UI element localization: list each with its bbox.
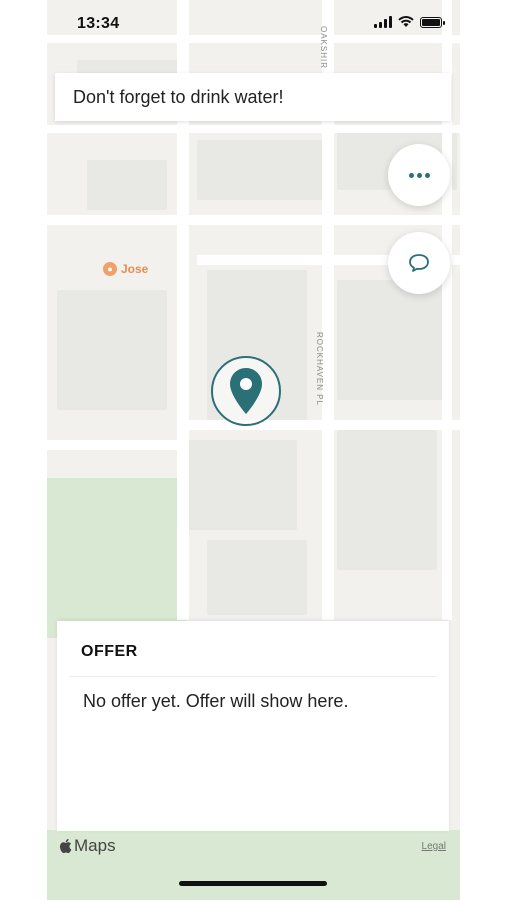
offer-message: No offer yet. Offer will show here. — [83, 691, 349, 711]
current-location-marker[interactable] — [211, 356, 281, 426]
map-block — [337, 280, 447, 400]
map-road — [47, 35, 460, 43]
map-block — [187, 440, 297, 530]
restaurant-icon: ● — [103, 262, 117, 276]
map-road — [47, 125, 460, 133]
map-road — [47, 440, 187, 450]
status-icons — [374, 16, 445, 28]
offer-panel: OFFER No offer yet. Offer will show here… — [57, 621, 449, 831]
apple-maps-logo: Maps — [58, 836, 116, 856]
chat-button[interactable] — [388, 232, 450, 294]
home-indicator[interactable] — [179, 881, 327, 886]
legal-link[interactable]: Legal — [422, 841, 446, 852]
offer-title: OFFER — [81, 643, 138, 660]
map-block — [207, 540, 307, 615]
wifi-icon — [398, 16, 414, 27]
more-options-button[interactable] — [388, 144, 450, 206]
phone-screen: ● Jose OAKSHIR ROCKHAVEN PL 13:34 Don't … — [47, 0, 460, 900]
cellular-signal-icon — [374, 16, 392, 28]
map-block — [57, 290, 167, 410]
map-road — [47, 215, 460, 225]
apple-logo-icon — [59, 838, 72, 854]
street-label-oakshire: OAKSHIR — [319, 26, 328, 70]
street-label-rockhaven: ROCKHAVEN PL — [315, 332, 324, 407]
more-icon — [408, 172, 430, 178]
map-block — [87, 160, 167, 210]
maps-brand-text: Maps — [74, 836, 116, 855]
poi-label: Jose — [121, 262, 149, 276]
map-block — [337, 430, 437, 570]
map-block — [197, 140, 327, 200]
battery-icon — [420, 16, 445, 28]
poi-marker-jose[interactable]: ● Jose — [103, 262, 148, 276]
reminder-banner[interactable]: Don't forget to drink water! — [55, 73, 451, 121]
park-area — [47, 478, 187, 638]
chat-bubble-icon — [409, 254, 429, 272]
offer-divider — [69, 676, 437, 677]
status-time: 13:34 — [77, 15, 120, 32]
reminder-text: Don't forget to drink water! — [73, 86, 284, 107]
location-pin-icon — [230, 368, 262, 414]
